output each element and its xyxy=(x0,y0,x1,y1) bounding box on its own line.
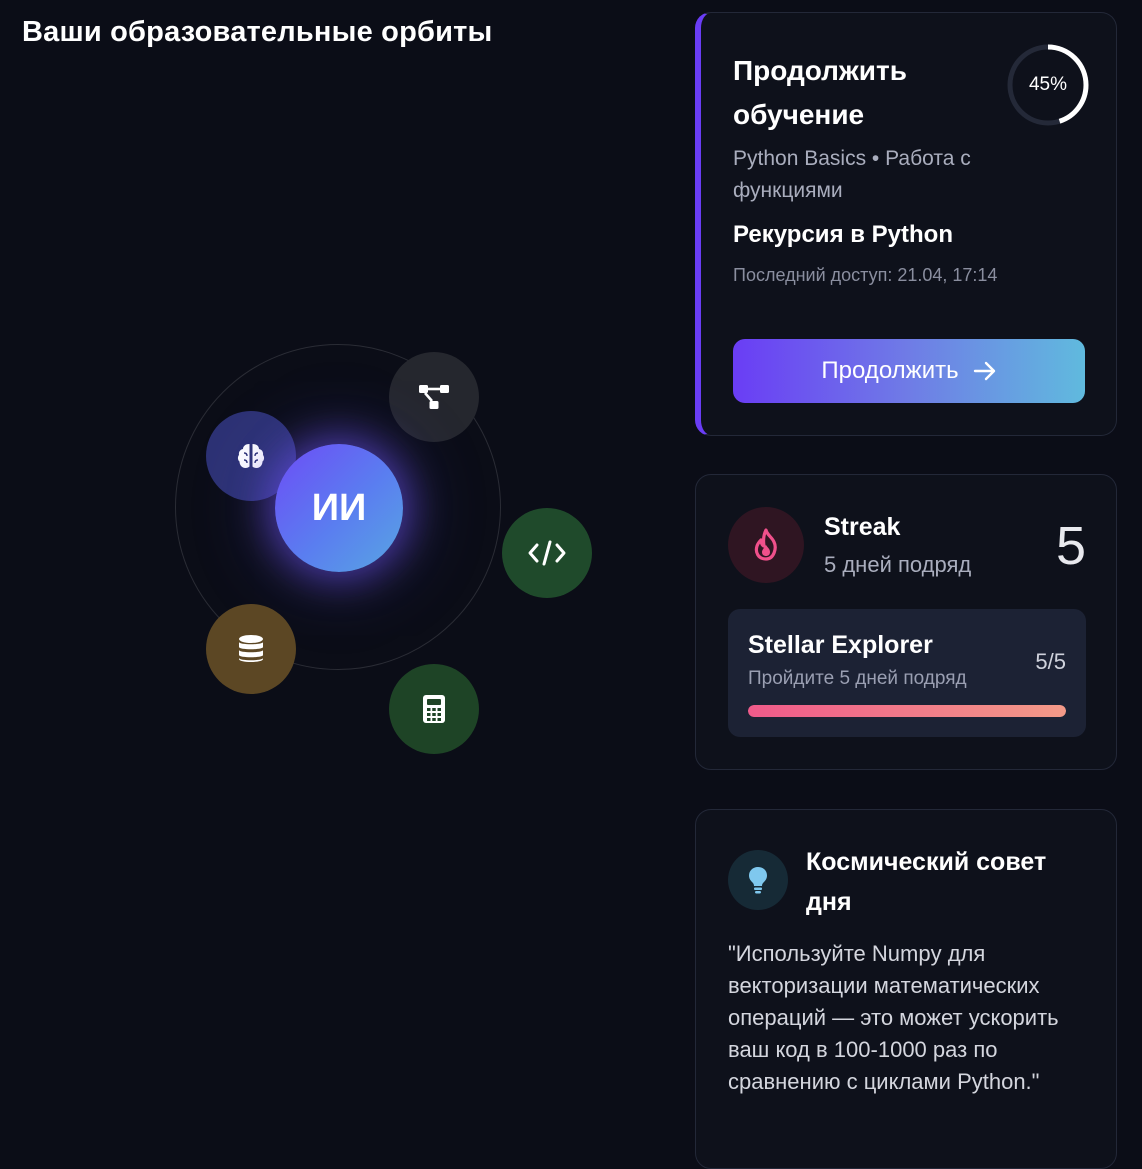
tip-of-the-day-card: Космический совет дня "Используйте Numpy… xyxy=(695,809,1117,1169)
core-label: ИИ xyxy=(311,486,367,529)
flame-icon xyxy=(754,528,777,561)
achievement-progress-label: 5/5 xyxy=(1035,649,1066,674)
calculator-planet[interactable] xyxy=(389,664,479,754)
continue-card-title: Продолжить обучение xyxy=(733,55,907,130)
streak-label: Streak xyxy=(824,513,901,541)
continue-button-label: Продолжить xyxy=(821,357,959,384)
page-title: Ваши образовательные орбиты xyxy=(22,16,493,48)
calculator-icon xyxy=(423,695,445,723)
lightbulb-icon xyxy=(749,867,767,894)
core-planet-ai[interactable]: ИИ xyxy=(275,444,403,572)
database-icon xyxy=(239,635,263,662)
continue-button[interactable]: Продолжить xyxy=(733,339,1085,403)
achievement-progress-bar xyxy=(748,705,1066,717)
brain-icon xyxy=(237,444,265,468)
achievement-title: Stellar Explorer xyxy=(748,631,933,659)
lesson-title: Рекурсия в Python xyxy=(733,221,953,248)
achievement-progress-fill xyxy=(748,705,1066,717)
network-icon xyxy=(419,385,449,409)
streak-count: 5 xyxy=(1055,516,1086,576)
code-icon xyxy=(528,540,566,566)
flame-badge xyxy=(728,507,804,583)
tip-text: "Используйте Numpy для векторизации мате… xyxy=(728,941,1059,1094)
streak-subtitle: 5 дней подряд xyxy=(824,552,972,577)
tip-title: Космический совет дня xyxy=(806,848,1047,916)
course-path: Python Basics • Работа с функциями xyxy=(733,147,971,202)
achievement-description: Пройдите 5 дней подряд xyxy=(748,668,967,689)
streak-card: Streak 5 дней подряд 5 Stellar Explorer … xyxy=(695,474,1117,770)
bulb-badge xyxy=(728,850,788,910)
achievement-card: Stellar Explorer Пройдите 5 дней подряд … xyxy=(728,609,1086,737)
arrow-right-icon xyxy=(973,361,995,381)
code-planet[interactable] xyxy=(502,508,592,598)
database-planet[interactable] xyxy=(206,604,296,694)
continue-learning-card: Продолжить обучение 45% Python Basics • … xyxy=(695,12,1117,436)
last-access-time: Последний доступ: 21.04, 17:14 xyxy=(733,265,998,285)
network-planet[interactable] xyxy=(389,352,479,442)
progress-percent: 45% xyxy=(1028,74,1068,95)
